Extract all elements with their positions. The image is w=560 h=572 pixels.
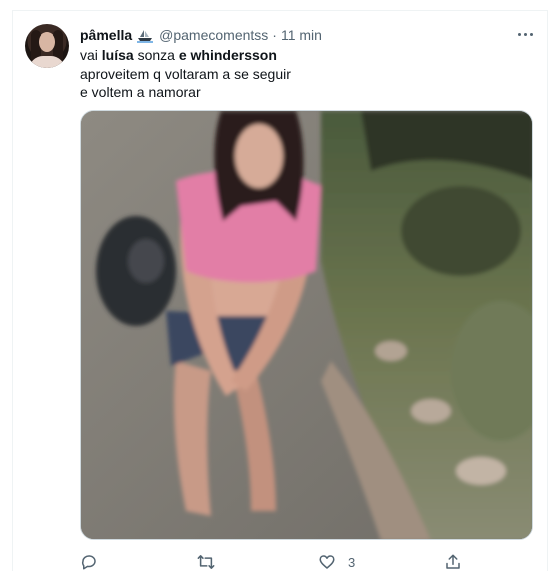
mention-luisa: luísa — [101, 47, 134, 63]
mention-whindersson: e whindersson — [178, 47, 277, 63]
tweet-text-line-3: e voltem a namorar — [80, 84, 201, 100]
separator-dot: · — [272, 27, 277, 43]
tweet-header: pâmella @pamecomentss · 11 min — [80, 26, 322, 44]
like-count: 3 — [348, 554, 356, 570]
like-button[interactable]: 3 — [318, 552, 355, 572]
display-name[interactable]: pâmella — [80, 26, 132, 44]
tweet-text-line-1: vai luísa sonza e whindersson — [80, 47, 277, 63]
tweet-text-line-2: aproveitem q voltaram a se seguir — [80, 65, 291, 82]
avatar[interactable] — [25, 24, 69, 68]
reply-icon — [80, 553, 98, 571]
photo-meme-woman-on-road — [81, 111, 532, 539]
reply-button[interactable] — [80, 552, 98, 572]
share-icon — [444, 553, 462, 571]
more-dots-icon[interactable] — [512, 24, 538, 44]
tweet-text: vai luísa sonza e whindersson aproveitem… — [80, 46, 520, 102]
tweet-actions: 3 — [80, 552, 480, 572]
tweet-photo[interactable] — [80, 110, 533, 540]
retweet-button[interactable] — [196, 552, 216, 572]
retweet-icon — [196, 553, 216, 571]
user-handle[interactable]: @pamecomentss — [159, 26, 268, 44]
timestamp[interactable]: 11 min — [281, 26, 322, 44]
share-button[interactable] — [444, 552, 462, 572]
ship-icon — [137, 29, 154, 43]
heart-icon — [318, 553, 336, 571]
